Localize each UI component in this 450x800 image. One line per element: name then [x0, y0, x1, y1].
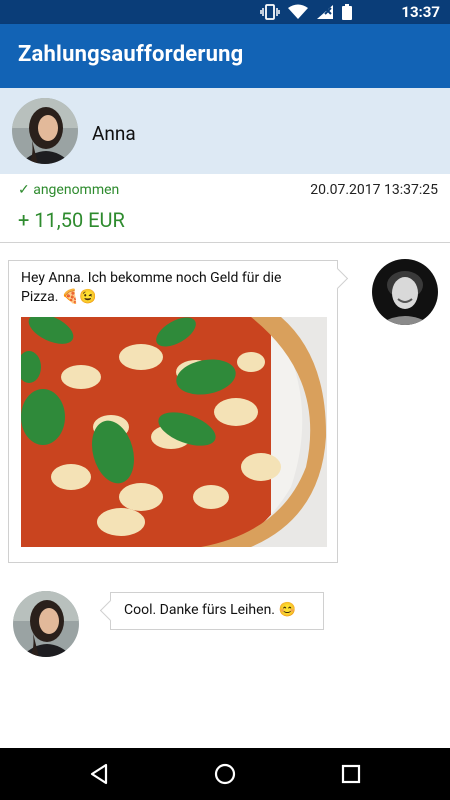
navigation-bar — [0, 748, 450, 800]
incoming-message-bubble[interactable]: Cool. Danke fürs Leihen. 😊 — [110, 592, 324, 630]
contact-avatar[interactable] — [12, 98, 78, 164]
outgoing-message-text: Hey Anna. Ich bekomme noch Geld für die … — [21, 270, 282, 305]
status-bar: 13:37 — [0, 0, 450, 24]
signal-icon — [317, 5, 333, 19]
battery-icon — [342, 4, 352, 20]
recents-icon[interactable] — [337, 760, 365, 788]
contact-header[interactable]: Anna — [0, 88, 450, 174]
contact-name: Anna — [92, 122, 136, 145]
vibrate-icon — [260, 4, 280, 20]
transaction-info: ✓ angenommen 20.07.2017 13:37:25 + 11,50… — [0, 174, 450, 243]
app-bar: Zahlungsaufforderung — [0, 24, 450, 88]
my-avatar[interactable] — [372, 259, 438, 325]
transaction-amount: + 11,50 EUR — [18, 208, 125, 232]
back-icon[interactable] — [85, 760, 113, 788]
incoming-message-text: Cool. Danke fürs Leihen. 😊 — [124, 602, 296, 618]
home-icon[interactable] — [211, 760, 239, 788]
contact-message-avatar[interactable] — [13, 591, 79, 657]
outgoing-message-bubble[interactable]: Hey Anna. Ich bekomme noch Geld für die … — [8, 260, 338, 563]
wifi-icon — [288, 4, 308, 19]
clock: 13:37 — [401, 3, 440, 21]
page-title: Zahlungsaufforderung — [18, 42, 244, 67]
transaction-datetime: 20.07.2017 13:37:25 — [310, 182, 438, 198]
status-label: ✓ angenommen — [18, 182, 120, 198]
pizza-photo[interactable] — [21, 317, 327, 547]
